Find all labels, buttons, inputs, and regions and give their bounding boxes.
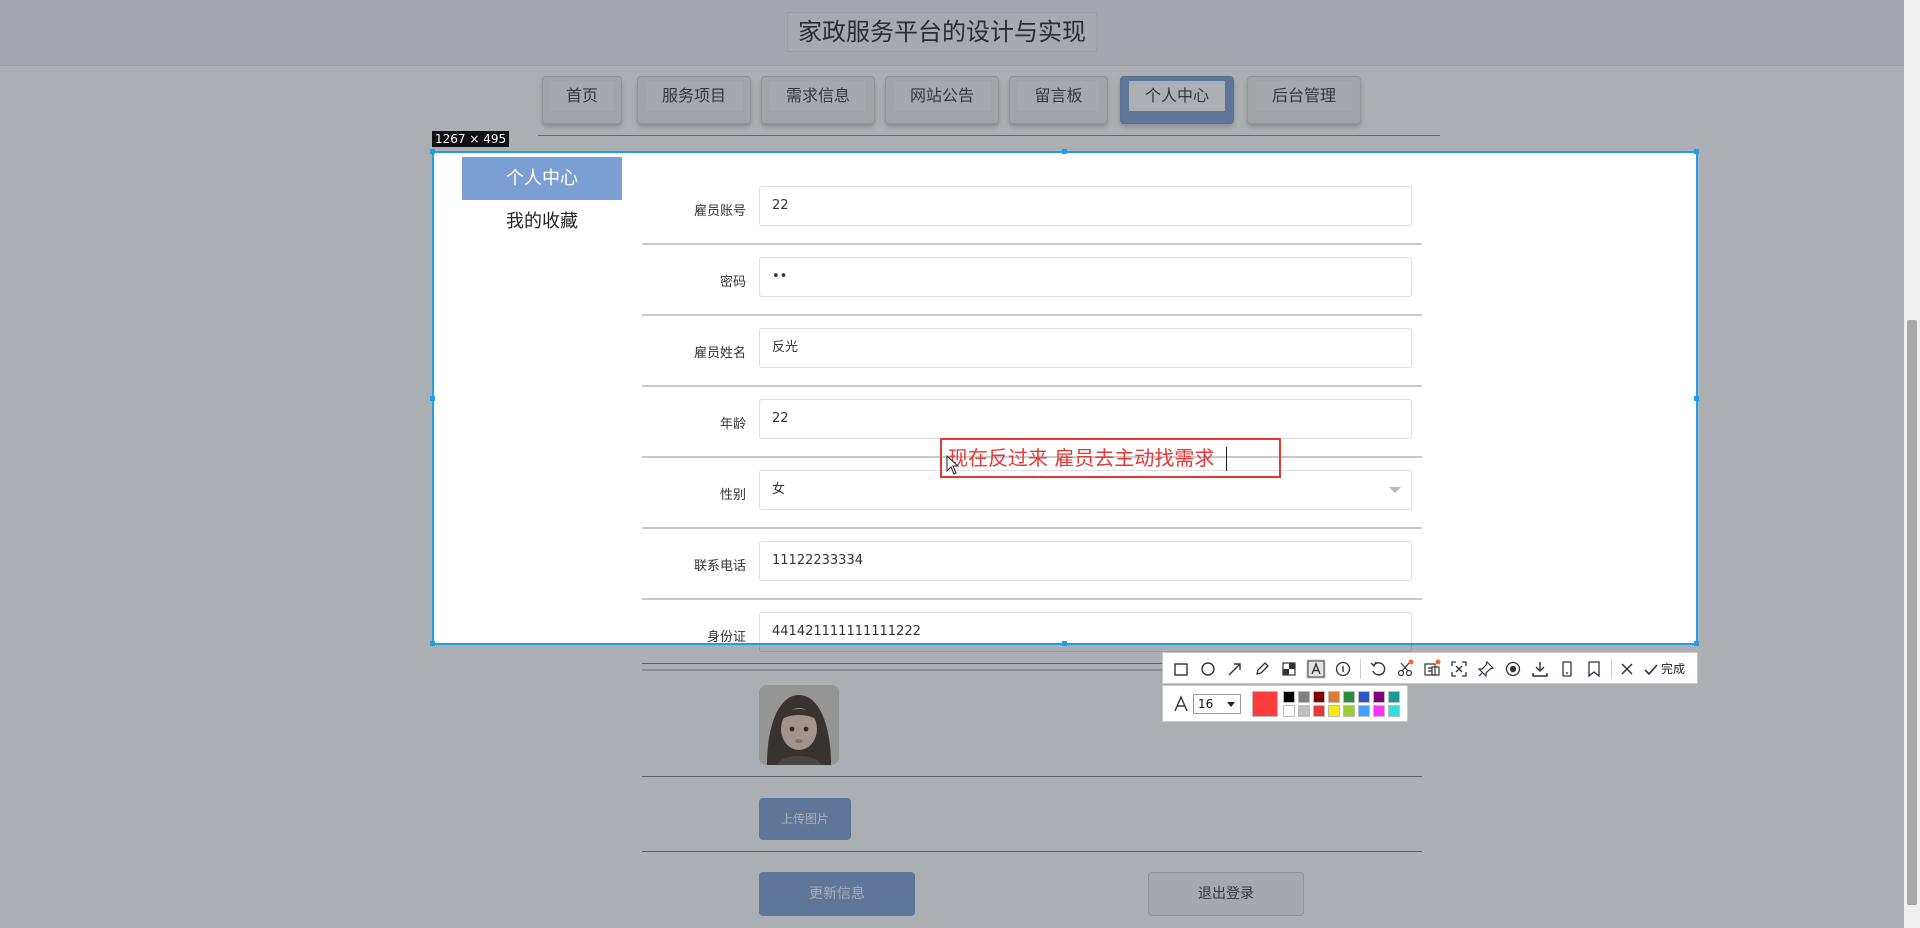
color-swatch[interactable] (1373, 691, 1385, 703)
dim-overlay-right (1698, 151, 1920, 645)
resize-handle[interactable] (1694, 396, 1699, 401)
scrollbar-thumb[interactable] (1907, 320, 1917, 905)
text-caret (1226, 447, 1227, 471)
color-swatch[interactable] (1283, 691, 1295, 703)
color-swatch[interactable] (1328, 705, 1340, 717)
undo-icon[interactable] (1368, 659, 1388, 679)
resize-handle[interactable] (1062, 149, 1067, 154)
chevron-down-icon (1227, 702, 1235, 707)
color-swatch[interactable] (1343, 705, 1355, 717)
color-swatch[interactable] (1298, 691, 1310, 703)
done-button[interactable]: 完成 (1643, 659, 1685, 679)
dim-overlay-top (0, 0, 1920, 151)
font-size-select[interactable]: 16 (1193, 694, 1241, 714)
color-swatch[interactable] (1358, 691, 1370, 703)
crop-icon[interactable] (1449, 659, 1469, 679)
color-swatch[interactable] (1328, 691, 1340, 703)
resize-handle[interactable] (1694, 641, 1699, 646)
resize-handle[interactable] (430, 396, 435, 401)
bookmark-icon[interactable] (1584, 659, 1604, 679)
dim-overlay-left (0, 151, 432, 645)
color-swatch[interactable] (1313, 691, 1325, 703)
dim-overlay-bottom (0, 645, 1920, 928)
record-icon[interactable] (1503, 659, 1523, 679)
resize-handle[interactable] (1694, 149, 1699, 154)
text-annotation-box[interactable]: 现在反过来 雇员去主动找需求 (940, 438, 1281, 478)
toolbar-separator (1611, 659, 1612, 679)
color-swatch[interactable] (1313, 705, 1325, 717)
color-swatch[interactable] (1343, 691, 1355, 703)
text-icon[interactable] (1306, 659, 1326, 679)
font-icon (1174, 695, 1188, 712)
ellipse-icon[interactable] (1198, 659, 1218, 679)
resize-handle[interactable] (1062, 641, 1067, 646)
resize-handle[interactable] (430, 149, 435, 154)
mouse-cursor-icon (946, 455, 960, 475)
close-icon[interactable] (1617, 659, 1637, 679)
pin-icon[interactable] (1476, 659, 1496, 679)
color-swatch[interactable] (1388, 705, 1400, 717)
annotation-text[interactable]: 现在反过来 雇员去主动找需求 (948, 446, 1214, 470)
pencil-icon[interactable] (1252, 659, 1272, 679)
color-swatch[interactable] (1358, 705, 1370, 717)
phone-icon[interactable] (1557, 659, 1577, 679)
current-color-swatch[interactable] (1252, 691, 1278, 717)
done-label: 完成 (1661, 662, 1686, 676)
rectangle-icon[interactable] (1171, 659, 1191, 679)
cut-icon[interactable] (1395, 659, 1415, 679)
download-icon[interactable] (1530, 659, 1550, 679)
selection-size-label: 1267 × 495 (432, 131, 510, 147)
color-swatch[interactable] (1373, 705, 1385, 717)
ocr-icon[interactable] (1422, 659, 1442, 679)
toolbar-separator (1360, 659, 1361, 679)
color-swatch[interactable] (1388, 691, 1400, 703)
resize-handle[interactable] (430, 641, 435, 646)
arrow-icon[interactable] (1225, 659, 1245, 679)
selection-frame[interactable] (432, 151, 1698, 645)
check-icon (1644, 663, 1658, 675)
screenshot-toolbar: 完成 (1162, 652, 1698, 684)
color-swatch[interactable] (1283, 705, 1295, 717)
number-icon[interactable] (1333, 659, 1353, 679)
text-options-bar: 16 (1162, 685, 1408, 722)
mosaic-icon[interactable] (1279, 659, 1299, 679)
color-swatch[interactable] (1298, 705, 1310, 717)
font-size-value: 16 (1198, 697, 1214, 711)
